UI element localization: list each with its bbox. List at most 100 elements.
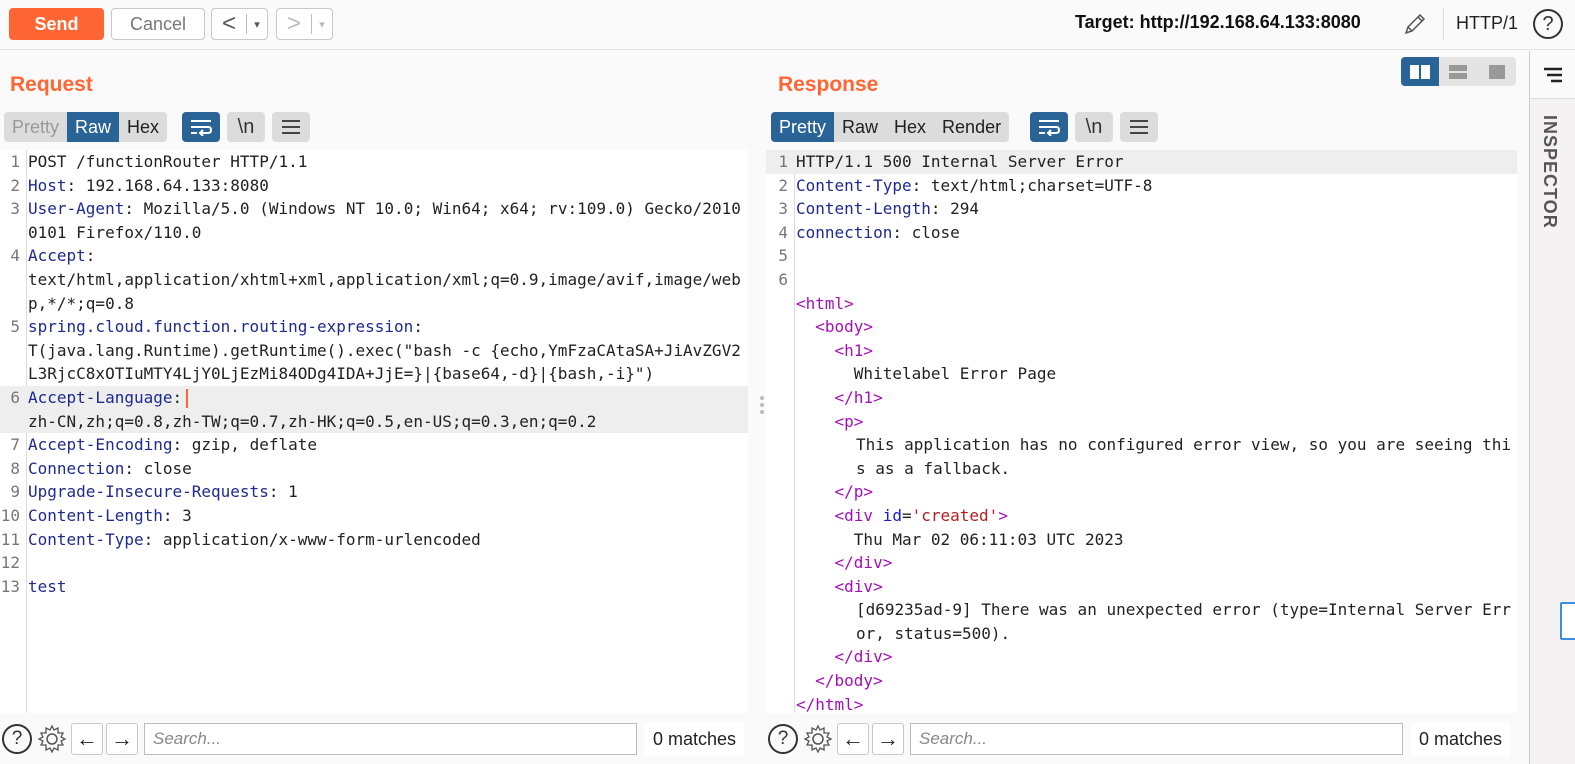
next-match-button[interactable]: → bbox=[872, 723, 904, 755]
show-newlines-button[interactable]: \n bbox=[227, 112, 265, 142]
inspector-expand-handle[interactable] bbox=[1560, 602, 1575, 640]
target-label: Target: http://192.168.64.133:8080 bbox=[1075, 12, 1361, 32]
code-line: 9 Upgrade-Insecure-Requests: 1 bbox=[0, 480, 748, 504]
tab-pretty[interactable]: Pretty bbox=[4, 112, 67, 142]
divider bbox=[1443, 8, 1444, 40]
code-line: 2 Host: 192.168.64.133:8080 bbox=[0, 174, 748, 198]
tab-render[interactable]: Render bbox=[934, 112, 1009, 142]
code-line: 6 <html> <body> <h1> Whitelabel Error Pa… bbox=[766, 268, 1517, 716]
header-name: Content-Type bbox=[796, 175, 912, 195]
line-number: 4 bbox=[10, 246, 20, 266]
inspector-rail: INSPECTOR bbox=[1529, 51, 1575, 764]
html-open-tag: <html> bbox=[796, 293, 854, 313]
tab-hex[interactable]: Hex bbox=[886, 112, 934, 142]
header-name: User-Agent bbox=[28, 199, 125, 219]
h1-text: Whitelabel Error Page bbox=[853, 364, 1057, 384]
header-value: zh-CN,zh;q=0.8,zh-TW;q=0.7,zh-HK;q=0.5,e… bbox=[28, 411, 597, 431]
inspector-menu-icon[interactable] bbox=[1530, 51, 1575, 99]
header-name: Accept-Language bbox=[28, 387, 173, 407]
previous-match-button[interactable]: ← bbox=[71, 723, 103, 755]
div2-close-tag: </div> bbox=[834, 647, 893, 667]
response-editor[interactable]: 1 HTTP/1.1 500 Internal Server Error 2 Con… bbox=[766, 150, 1517, 716]
match-count: 0 matches bbox=[1411, 722, 1511, 756]
h1-open-tag: <h1> bbox=[834, 340, 874, 360]
body-open-tag: <body> bbox=[815, 317, 874, 337]
header-value: text/html;charset=UTF-8 bbox=[921, 175, 1153, 195]
div-close-tag: </div> bbox=[834, 553, 893, 573]
send-button[interactable]: Send bbox=[9, 8, 104, 40]
request-title: Request bbox=[10, 73, 93, 96]
line-number: 8 bbox=[10, 458, 20, 478]
div-open-prefix: <div bbox=[834, 505, 883, 525]
header-name: Host bbox=[28, 175, 67, 195]
request-editor[interactable]: 1 POST /functionRouter HTTP/1.1 2 Host: 192… bbox=[0, 150, 748, 713]
panel-resize-handle[interactable] bbox=[760, 396, 764, 414]
help-icon[interactable]: ? bbox=[768, 724, 798, 754]
line-number: 7 bbox=[10, 435, 20, 455]
code-line: 1 POST /functionRouter HTTP/1.1 bbox=[0, 150, 748, 174]
header-name: Accept-Encoding bbox=[28, 435, 173, 455]
response-panel: Response Pretty Raw Hex Render \n 1 HTTP/… bbox=[766, 51, 1529, 764]
menu-icon[interactable] bbox=[1120, 112, 1158, 142]
help-icon[interactable]: ? bbox=[2, 724, 32, 754]
response-search-input[interactable] bbox=[910, 723, 1403, 755]
code-line: 4 Accept: text/html,application/xhtml+xml… bbox=[0, 244, 748, 315]
line-number: 5 bbox=[10, 317, 20, 337]
menu-icon[interactable] bbox=[272, 112, 310, 142]
response-title: Response bbox=[778, 73, 879, 96]
back-history-dropdown[interactable]: ▾ bbox=[247, 18, 267, 31]
header-name: Content-Type bbox=[28, 529, 144, 549]
tab-pretty[interactable]: Pretty bbox=[771, 112, 835, 142]
cancel-button[interactable]: Cancel bbox=[111, 8, 205, 40]
line-number: 13 bbox=[0, 576, 20, 596]
code-line: 5 bbox=[778, 246, 788, 266]
header-value: 1 bbox=[278, 482, 298, 502]
side-by-side-layout-icon[interactable] bbox=[1401, 57, 1440, 86]
html-close-tag: </html> bbox=[796, 694, 864, 714]
line-text: test bbox=[28, 576, 67, 596]
response-search-bar: ? ← → 0 matches bbox=[766, 717, 1511, 761]
header-name: Connection bbox=[28, 458, 125, 478]
tab-raw[interactable]: Raw bbox=[834, 112, 886, 142]
line-text: POST /functionRouter HTTP/1.1 bbox=[28, 152, 308, 171]
forward-button[interactable]: > bbox=[277, 9, 311, 39]
tab-raw[interactable]: Raw bbox=[67, 112, 120, 142]
header-value: 3 bbox=[172, 505, 192, 525]
single-panel-layout-icon[interactable] bbox=[1478, 57, 1516, 86]
p-text: This application has no configured error… bbox=[856, 435, 1512, 478]
help-icon[interactable]: ? bbox=[1533, 9, 1563, 39]
line-number: 10 bbox=[0, 505, 20, 525]
tab-hex[interactable]: Hex bbox=[119, 112, 167, 142]
p-close-tag: </p> bbox=[834, 482, 874, 502]
header-value: close bbox=[901, 222, 960, 242]
code-line: 2 Content-Type: text/html;charset=UTF-8 bbox=[778, 175, 1153, 195]
inspector-tab[interactable]: INSPECTOR bbox=[1539, 115, 1560, 229]
header-value: T(java.lang.Runtime).getRuntime().exec("… bbox=[28, 340, 741, 384]
gear-icon[interactable] bbox=[802, 723, 834, 755]
div-open-suffix: > bbox=[998, 505, 1008, 525]
stacked-layout-icon[interactable] bbox=[1439, 57, 1477, 86]
next-match-button[interactable]: → bbox=[106, 723, 138, 755]
request-search-input[interactable] bbox=[144, 723, 637, 755]
back-button[interactable]: < bbox=[212, 9, 246, 39]
wrap-lines-icon[interactable] bbox=[1030, 112, 1068, 142]
gear-icon[interactable] bbox=[36, 723, 68, 755]
history-back-group: < ▾ bbox=[211, 8, 268, 40]
previous-match-button[interactable]: ← bbox=[837, 723, 869, 755]
code-line: 1 HTTP/1.1 500 Internal Server Error bbox=[766, 150, 1517, 174]
line-number: 9 bbox=[10, 482, 20, 502]
header-value: gzip, deflate bbox=[182, 435, 317, 455]
code-line: 13 test bbox=[0, 575, 748, 599]
show-newlines-button[interactable]: \n bbox=[1075, 112, 1113, 142]
wrap-lines-icon[interactable] bbox=[182, 112, 220, 142]
forward-history-dropdown[interactable]: ▾ bbox=[312, 18, 332, 31]
edit-target-pencil-icon[interactable] bbox=[1401, 10, 1429, 38]
header-value: close bbox=[133, 458, 192, 478]
layout-toggle-group bbox=[1401, 57, 1516, 86]
status-line: HTTP/1.1 500 Internal Server Error bbox=[796, 152, 1124, 171]
code-line: 7 Accept-Encoding: gzip, deflate bbox=[0, 433, 748, 457]
div-attr-value: 'created' bbox=[911, 505, 999, 525]
line-number: 1 bbox=[10, 152, 20, 171]
p-open-tag: <p> bbox=[834, 411, 864, 431]
http-version-toggle[interactable]: HTTP/1 bbox=[1456, 13, 1518, 34]
